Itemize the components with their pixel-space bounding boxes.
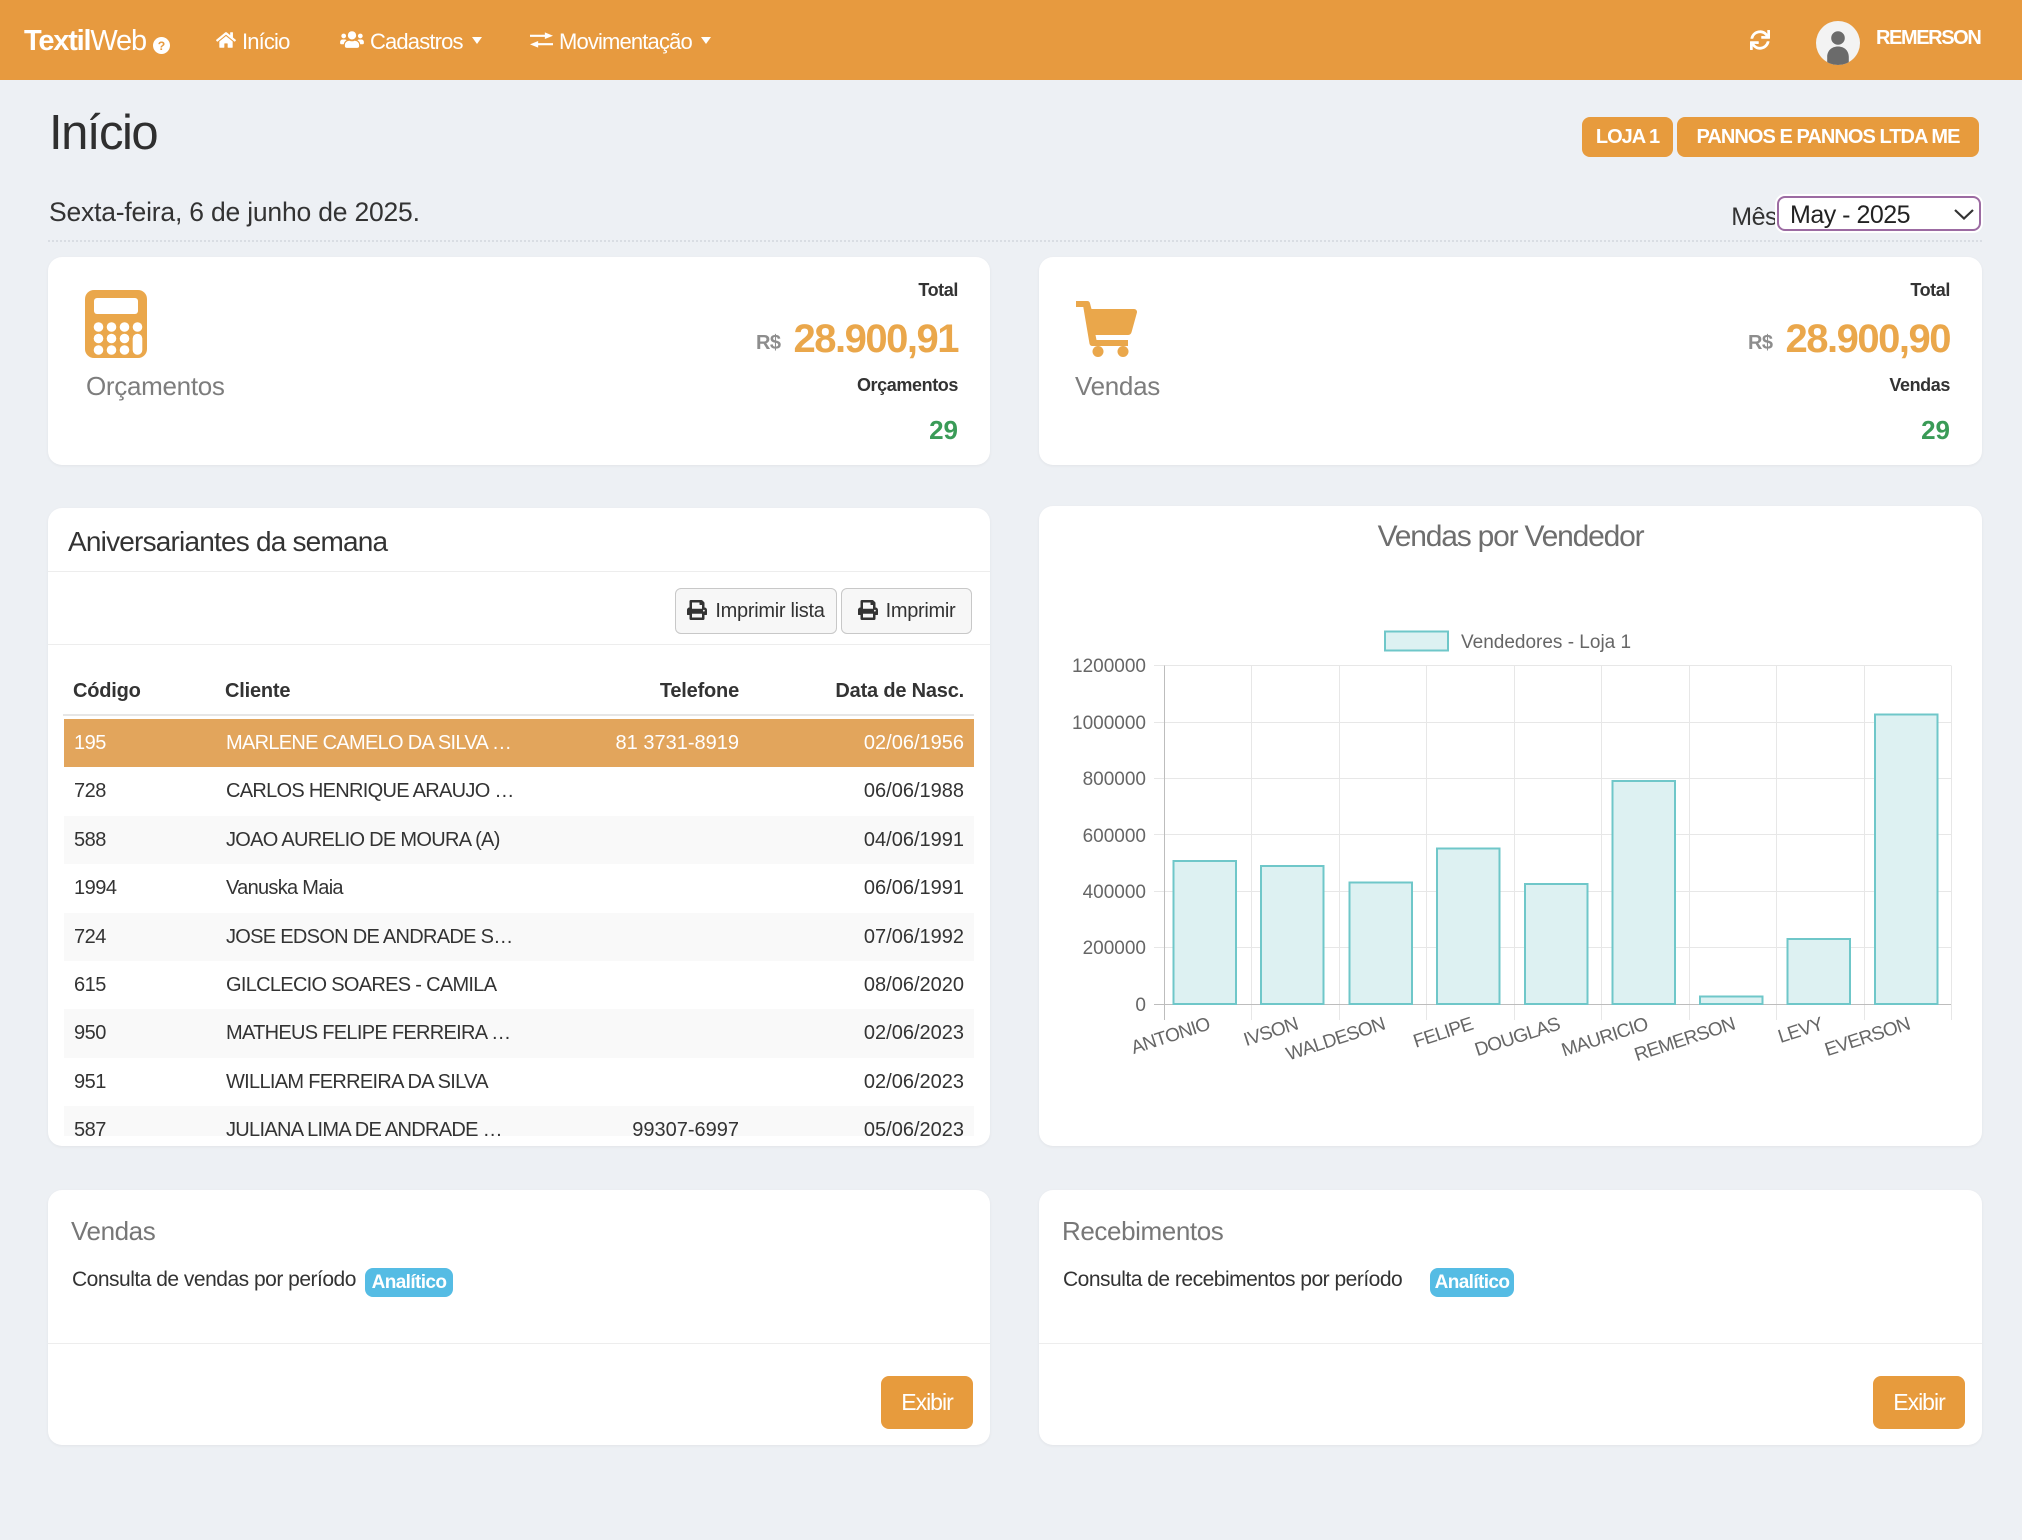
svg-text:600000: 600000 [1083, 826, 1146, 847]
svg-text:Vendedores - Loja 1: Vendedores - Loja 1 [1461, 632, 1631, 653]
svg-text:400000: 400000 [1083, 882, 1146, 903]
svg-text:?: ? [158, 39, 166, 53]
svg-text:800000: 800000 [1083, 769, 1146, 790]
svg-text:200000: 200000 [1083, 938, 1146, 959]
svg-text:1200000: 1200000 [1072, 656, 1146, 677]
svg-text:0: 0 [1135, 995, 1146, 1016]
svg-text:LEVY: LEVY [1776, 1013, 1827, 1047]
svg-text:FELIPE: FELIPE [1411, 1014, 1476, 1053]
svg-text:REMERSON: REMERSON [1632, 1014, 1738, 1066]
svg-text:DOUGLAS: DOUGLAS [1472, 1014, 1562, 1061]
svg-text:EVERSON: EVERSON [1822, 1014, 1912, 1061]
svg-text:1000000: 1000000 [1072, 713, 1146, 734]
svg-text:ANTONIO: ANTONIO [1129, 1014, 1213, 1059]
svg-text:WALDESON: WALDESON [1284, 1014, 1388, 1066]
